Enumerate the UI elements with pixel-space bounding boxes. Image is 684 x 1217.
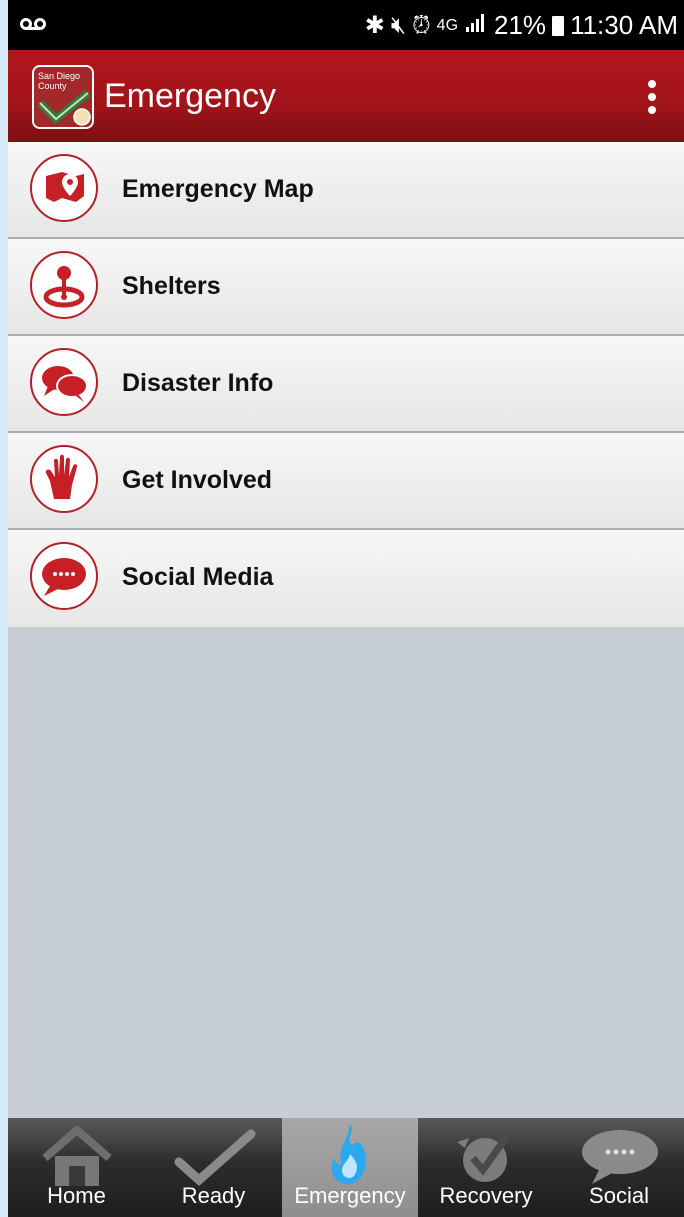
- clock: 11:30 AM: [570, 10, 678, 40]
- hand-icon: [30, 445, 98, 513]
- mute-icon: 🔇︎: [390, 11, 406, 39]
- menu-item-label: Disaster Info: [122, 369, 274, 397]
- bottom-nav: Home Ready Emergency Recovery Social: [8, 1118, 684, 1217]
- flame-icon: [331, 1124, 367, 1184]
- menu-item-shelters[interactable]: Shelters: [8, 239, 684, 336]
- app-logo[interactable]: San Diego County: [32, 65, 94, 129]
- home-icon: [41, 1126, 112, 1186]
- shelter-location-icon: [30, 251, 98, 319]
- status-bar: ✱ 🔇︎ ⏰︎ 4G 21% 11:30 AM: [8, 0, 684, 50]
- menu-item-social-media[interactable]: Social Media: [8, 530, 684, 627]
- checkmark-icon: [174, 1129, 255, 1187]
- nav-label: Ready: [181, 1183, 246, 1208]
- battery-percent: 21%: [494, 10, 547, 40]
- battery-icon: [552, 15, 565, 36]
- bluetooth-icon: ✱: [364, 12, 385, 39]
- menu-item-get-involved[interactable]: Get Involved: [8, 433, 684, 530]
- logo-text: San Diego: [38, 71, 80, 81]
- menu-item-label: Shelters: [122, 272, 221, 300]
- nav-label: Emergency: [294, 1183, 406, 1208]
- nav-emergency[interactable]: Emergency: [282, 1118, 418, 1217]
- nav-label: Social: [589, 1183, 649, 1208]
- nav-label: Recovery: [439, 1183, 533, 1208]
- more-vert-icon[interactable]: [648, 80, 658, 114]
- nav-home[interactable]: Home: [8, 1118, 145, 1217]
- voicemail-icon: [20, 10, 46, 41]
- nav-ready[interactable]: Ready: [145, 1118, 282, 1217]
- menu-item-label: Emergency Map: [122, 175, 314, 203]
- page-title: Emergency: [104, 77, 276, 115]
- menu-item-emergency-map[interactable]: Emergency Map: [8, 142, 684, 239]
- app-bar: San Diego County Emergency: [8, 50, 684, 142]
- app-frame: ✱ 🔇︎ ⏰︎ 4G 21% 11:30 AM San Diego County…: [8, 0, 684, 1217]
- menu-item-disaster-info[interactable]: Disaster Info: [8, 336, 684, 433]
- nav-label: Home: [47, 1183, 106, 1208]
- signal-icon: [464, 11, 488, 40]
- svg-text:County: County: [38, 81, 67, 91]
- menu-item-label: Social Media: [122, 563, 274, 591]
- map-pin-icon: [30, 154, 98, 222]
- chat-bubbles-icon: [30, 348, 98, 416]
- speech-bubble-icon: [582, 1130, 658, 1184]
- menu-item-label: Get Involved: [122, 466, 273, 494]
- nav-social[interactable]: Social: [554, 1118, 684, 1217]
- nav-recovery[interactable]: Recovery: [418, 1118, 554, 1217]
- network-type: 4G: [436, 16, 459, 34]
- recovery-icon: [457, 1133, 510, 1182]
- alarm-icon: ⏰︎: [411, 11, 431, 39]
- speech-bubble-icon: [30, 542, 98, 610]
- menu-list: Emergency Map Shelters Disaster Info Get…: [8, 142, 684, 627]
